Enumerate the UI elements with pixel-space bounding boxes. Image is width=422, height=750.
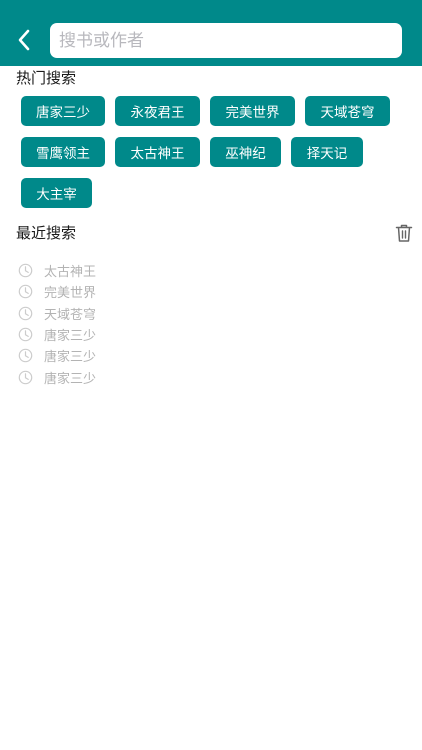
history-item[interactable]: 唐家三少 [18, 324, 398, 345]
history-item-label: 唐家三少 [44, 350, 97, 366]
history-item-label: 太古神王 [44, 265, 97, 281]
clear-history-button[interactable] [394, 223, 414, 243]
top-bar [0, 0, 422, 66]
history-item[interactable]: 唐家三少 [18, 366, 398, 387]
clock-icon [18, 370, 33, 385]
hot-tag[interactable]: 完美世界 [210, 96, 295, 126]
search-box[interactable] [50, 23, 402, 58]
search-input[interactable] [59, 30, 402, 51]
history-item-label: 唐家三少 [44, 371, 97, 387]
recent-search-title: 最近搜索 [16, 224, 77, 242]
hot-tag[interactable]: 天域苍穹 [305, 96, 390, 126]
clock-icon [18, 327, 33, 342]
history-item[interactable]: 唐家三少 [18, 345, 398, 366]
clock-icon [18, 263, 33, 278]
back-button[interactable] [8, 24, 40, 56]
clock-icon [18, 348, 33, 363]
hot-tag[interactable]: 太古神王 [115, 137, 200, 167]
history-item[interactable]: 完美世界 [18, 281, 398, 302]
hot-tag[interactable]: 唐家三少 [21, 96, 105, 126]
history-item[interactable]: 太古神王 [18, 260, 398, 281]
chevron-left-icon [18, 29, 30, 51]
history-item-label: 天域苍穹 [44, 307, 97, 323]
history-list: 太古神王 完美世界 天域苍穹 唐家三少 唐家三少 唐家三少 [18, 260, 398, 388]
hot-tag[interactable]: 巫神纪 [210, 137, 281, 167]
hot-search-title: 热门搜索 [16, 69, 77, 87]
history-item-label: 完美世界 [44, 286, 97, 302]
hot-tag[interactable]: 择天记 [291, 137, 363, 167]
clock-icon [18, 306, 33, 321]
hot-tag[interactable]: 永夜君王 [115, 96, 200, 126]
hot-tag[interactable]: 大主宰 [21, 178, 92, 208]
history-item-label: 唐家三少 [44, 329, 97, 345]
hot-tag[interactable]: 雪鹰领主 [21, 137, 105, 167]
clock-icon [18, 284, 33, 299]
history-item[interactable]: 天域苍穹 [18, 303, 398, 324]
trash-icon [395, 224, 413, 242]
